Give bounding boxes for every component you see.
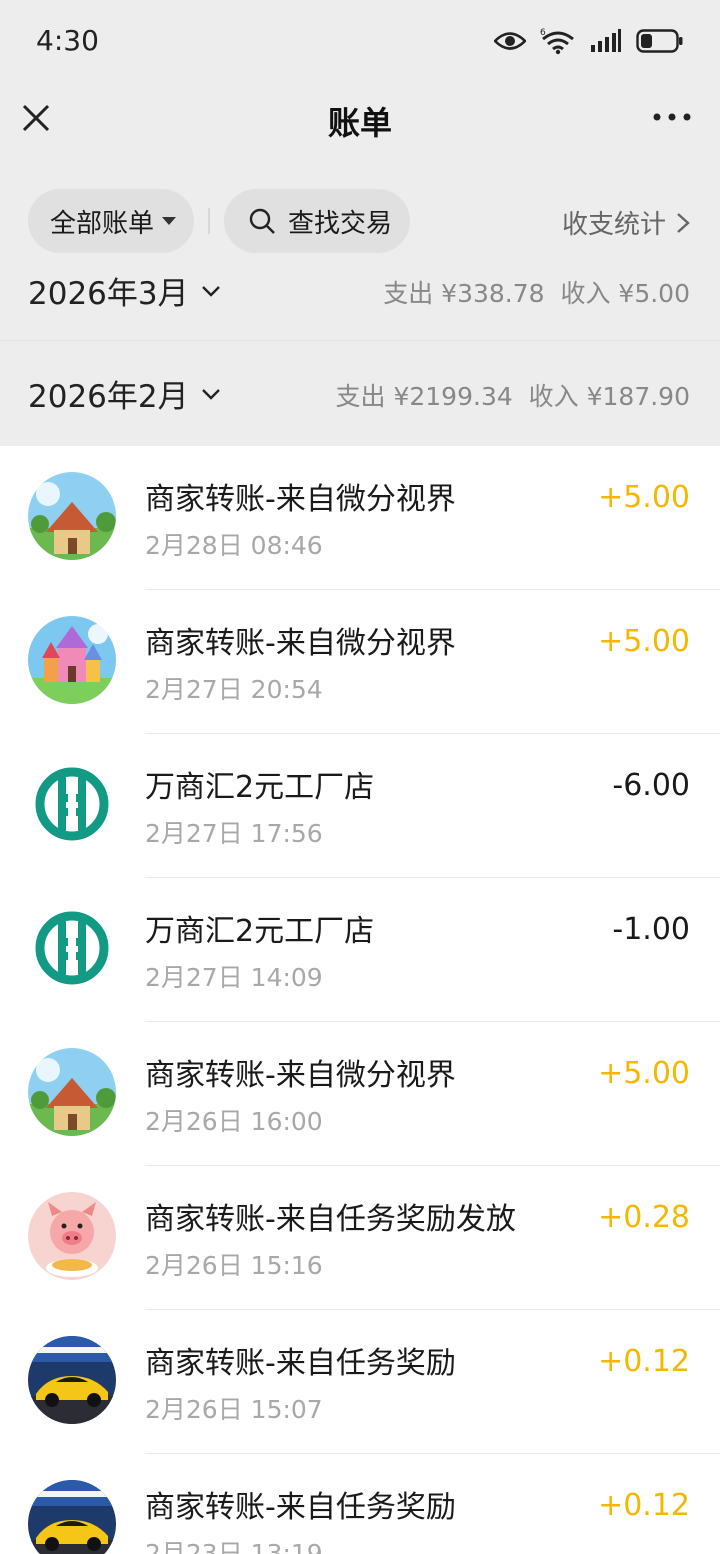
filter-divider xyxy=(208,208,210,234)
transaction-amount: +5.00 xyxy=(598,480,690,515)
month-expense: 支出 ¥2199.34 xyxy=(335,382,513,411)
transaction-name: 万商汇2元工厂店 xyxy=(145,914,375,949)
month-label: 2026年3月 xyxy=(28,276,189,312)
transaction-time: 2月26日 15:16 xyxy=(145,1251,323,1280)
transaction-name: 商家转账-来自微分视界 xyxy=(145,482,456,517)
month-selector[interactable]: 2026年3月 xyxy=(28,270,221,313)
month-header-march[interactable]: 2026年3月 支出 ¥338.78 收入 ¥5.00 xyxy=(0,270,720,340)
transaction-amount: +5.00 xyxy=(598,624,690,659)
transaction-time: 2月27日 17:56 xyxy=(145,819,323,848)
filter-bar: 全部账单 查找交易 收支统计 xyxy=(0,160,720,270)
wifi-badge: 6 xyxy=(540,28,546,38)
transaction-time: 2月27日 20:54 xyxy=(145,675,323,704)
transaction-name: 商家转账-来自任务奖励 xyxy=(145,1490,456,1525)
transaction-time: 2月23日 13:19 xyxy=(145,1539,323,1554)
search-icon xyxy=(249,208,275,234)
transaction-list: 商家转账-来自微分视界 2月28日 08:46 +5.00 商家转账-来自微分视… xyxy=(0,446,720,1554)
month-summary: 支出 ¥338.78 收入 ¥5.00 xyxy=(383,274,690,310)
month-income: 收入 ¥5.00 xyxy=(560,279,690,308)
income-expense-stats-link[interactable]: 收支统计 xyxy=(562,204,690,241)
transaction-time: 2月28日 08:46 xyxy=(145,531,323,560)
transaction-name: 万商汇2元工厂店 xyxy=(145,770,375,805)
month-label: 2026年2月 xyxy=(28,379,189,415)
status-time: 4:30 xyxy=(36,24,99,57)
chevron-down-icon xyxy=(201,285,220,297)
all-bills-dropdown[interactable]: 全部账单 xyxy=(28,189,194,253)
cartoon-pig-avatar xyxy=(28,1192,116,1280)
transaction-row[interactable]: 万商汇2元工厂店 2月27日 14:09 -1.00 xyxy=(0,878,720,1022)
transaction-time: 2月26日 16:00 xyxy=(145,1107,323,1136)
status-bar: 4:30 6 xyxy=(0,0,720,84)
bank-logo-avatar xyxy=(28,904,116,992)
bank-logo-avatar xyxy=(28,760,116,848)
battery-icon xyxy=(636,29,683,53)
month-income: 收入 ¥187.90 xyxy=(528,382,690,411)
search-transactions-button[interactable]: 查找交易 xyxy=(224,189,410,253)
transaction-amount: -1.00 xyxy=(612,912,690,947)
month-header-february[interactable]: 2026年2月 支出 ¥2199.34 收入 ¥187.90 xyxy=(0,340,720,446)
nav-bar: 账单 xyxy=(0,84,720,160)
all-bills-label: 全部账单 xyxy=(50,208,155,239)
transaction-row[interactable]: 商家转账-来自任务奖励 2月23日 13:19 +0.12 xyxy=(0,1454,720,1554)
stats-label: 收支统计 xyxy=(561,210,666,240)
transaction-amount: +0.12 xyxy=(598,1488,690,1523)
transaction-row[interactable]: 商家转账-来自任务奖励发放 2月26日 15:16 +0.28 xyxy=(0,1166,720,1310)
transaction-time: 2月27日 14:09 xyxy=(145,963,323,992)
sports-car-avatar xyxy=(28,1480,116,1554)
transaction-name: 商家转账-来自微分视界 xyxy=(145,626,456,661)
transaction-amount: +0.28 xyxy=(598,1200,690,1235)
transaction-amount: +5.00 xyxy=(598,1056,690,1091)
status-icons: 6 xyxy=(494,24,684,58)
search-transactions-label: 查找交易 xyxy=(288,208,393,239)
transaction-name: 商家转账-来自任务奖励 xyxy=(145,1346,456,1381)
signal-icon xyxy=(591,29,621,52)
chevron-right-icon xyxy=(677,212,690,233)
chevron-down-icon xyxy=(201,388,220,400)
transaction-amount: +0.12 xyxy=(598,1344,690,1379)
eye-icon xyxy=(494,32,526,50)
month-expense: 支出 ¥338.78 xyxy=(383,279,545,308)
caret-down-icon xyxy=(162,217,177,225)
transaction-row[interactable]: 商家转账-来自微分视界 2月27日 20:54 +5.00 xyxy=(0,590,720,734)
wifi-icon: 6 xyxy=(540,28,574,55)
transaction-row[interactable]: 万商汇2元工厂店 2月27日 17:56 -6.00 xyxy=(0,734,720,878)
transaction-amount: -6.00 xyxy=(612,768,690,803)
sports-car-avatar xyxy=(28,1336,116,1424)
transaction-name: 商家转账-来自任务奖励发放 xyxy=(145,1202,516,1237)
transaction-row[interactable]: 商家转账-来自微分视界 2月28日 08:46 +5.00 xyxy=(0,446,720,590)
cartoon-village-avatar xyxy=(28,1048,116,1136)
more-icon[interactable] xyxy=(652,102,692,132)
transaction-row[interactable]: 商家转账-来自任务奖励 2月26日 15:07 +0.12 xyxy=(0,1310,720,1454)
cartoon-castle-avatar xyxy=(28,616,116,704)
transaction-time: 2月26日 15:07 xyxy=(145,1395,323,1424)
transaction-row[interactable]: 商家转账-来自微分视界 2月26日 16:00 +5.00 xyxy=(0,1022,720,1166)
transaction-name: 商家转账-来自微分视界 xyxy=(145,1058,456,1093)
page-title: 账单 xyxy=(327,104,392,142)
month-selector[interactable]: 2026年2月 xyxy=(28,371,221,416)
month-summary: 支出 ¥2199.34 收入 ¥187.90 xyxy=(336,377,690,413)
cartoon-village-avatar xyxy=(28,472,116,560)
